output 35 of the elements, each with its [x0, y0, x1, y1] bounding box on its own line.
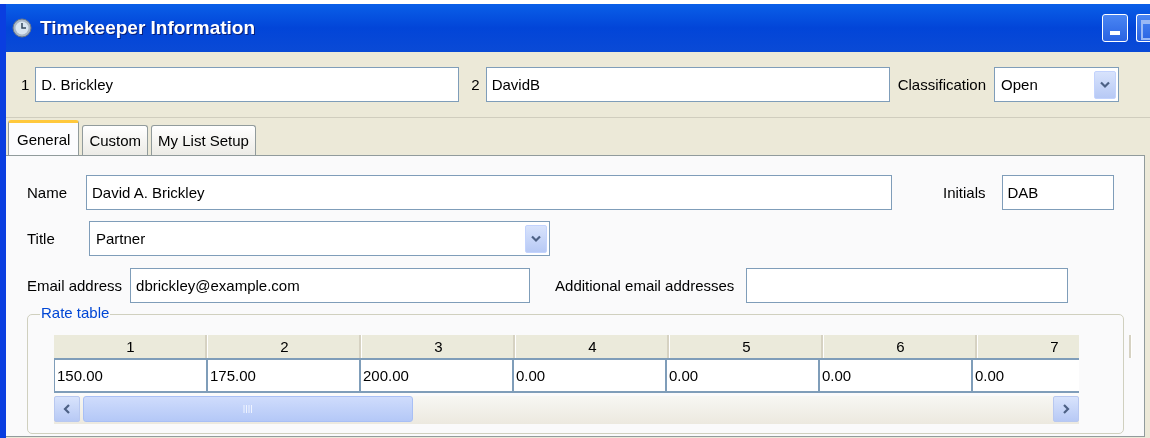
- table-cell[interactable]: 0.00: [819, 358, 972, 393]
- minimize-button[interactable]: [1102, 14, 1128, 42]
- tab[interactable]: My List Setup: [151, 125, 256, 155]
- field-label: Initials: [943, 184, 986, 201]
- field-label: Name: [27, 184, 68, 201]
- scroll-right-icon[interactable]: [1053, 396, 1079, 422]
- field-label: Email address: [27, 277, 123, 294]
- name-field[interactable]: David A. Brickley: [86, 175, 892, 210]
- table-cell[interactable]: 0.00: [972, 358, 1079, 393]
- field-label: Title: [27, 230, 56, 247]
- initials-field[interactable]: DAB: [1001, 175, 1114, 210]
- table-cell[interactable]: 200.00: [360, 358, 513, 393]
- window-title: Timekeeper Information: [40, 17, 257, 39]
- tab[interactable]: General: [8, 120, 80, 155]
- tab[interactable]: Custom: [82, 125, 149, 155]
- table-cell[interactable]: 0.00: [513, 358, 666, 393]
- maximize-button[interactable]: [1136, 14, 1150, 42]
- title-dropdown[interactable]: Partner: [89, 221, 550, 256]
- table-cell[interactable]: 0.00: [666, 358, 819, 393]
- scroll-left-icon[interactable]: [54, 396, 80, 422]
- code-field[interactable]: D. Brickley: [35, 67, 460, 102]
- horizontal-scrollbar[interactable]: [54, 396, 1079, 424]
- table-cell[interactable]: 150.00: [54, 358, 207, 393]
- classification-dropdown[interactable]: Open: [994, 67, 1120, 102]
- nickname-field[interactable]: DavidB: [485, 67, 890, 102]
- field-label: Classification: [897, 76, 987, 93]
- scroll-thumb[interactable]: [83, 396, 413, 422]
- group-title: Rate table: [40, 304, 111, 321]
- additional-email-field[interactable]: [746, 268, 1069, 303]
- field-label: Additional email addresses: [555, 277, 735, 294]
- clock-icon: [12, 18, 32, 38]
- field-label: 1: [21, 76, 30, 93]
- field-label: 2: [471, 76, 480, 93]
- email-field[interactable]: dbrickley@example.com: [130, 268, 531, 303]
- table-cell[interactable]: 175.00: [207, 358, 360, 393]
